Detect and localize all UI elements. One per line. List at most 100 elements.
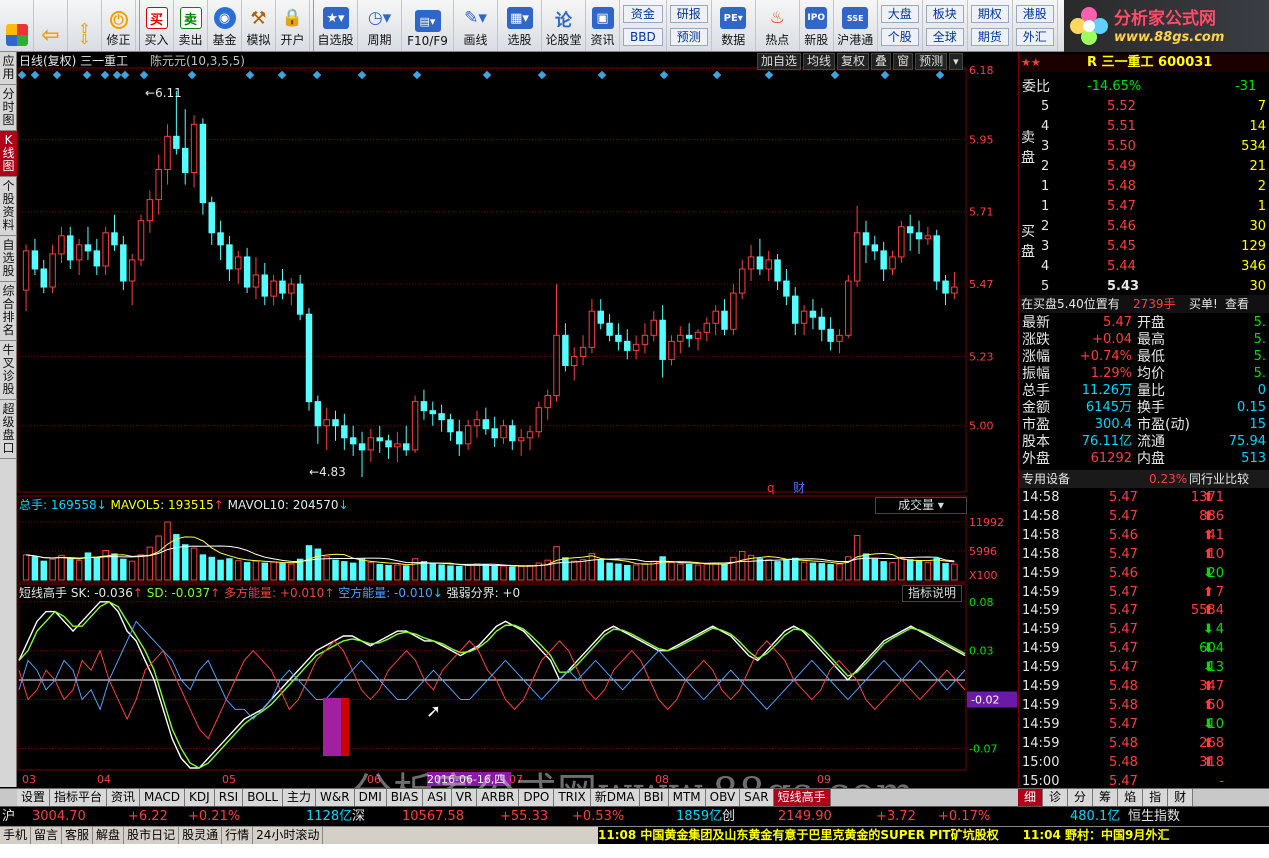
left-tab-7[interactable]: 超级盘口 xyxy=(0,400,17,459)
indicator-tab-2[interactable]: 资讯 xyxy=(107,789,141,806)
indicator-tab-20[interactable]: SAR xyxy=(740,789,774,806)
left-tab-2[interactable]: K线图 xyxy=(0,131,17,177)
volume-bar xyxy=(703,563,711,581)
hk-connect-button[interactable]: SSE 沪港通 xyxy=(834,0,878,51)
indicator-tab-6[interactable]: BOLL xyxy=(243,789,284,806)
left-tab-4[interactable]: 自选股 xyxy=(0,236,17,282)
volume-indicator-select[interactable]: 成交量 ▾ xyxy=(875,497,967,514)
quote-tab-0[interactable]: 细 xyxy=(1018,789,1044,806)
data-button[interactable]: PE▾ 数据 xyxy=(712,0,756,51)
quote-tab-4[interactable]: 焰 xyxy=(1118,789,1144,806)
indicator-tab-5[interactable]: RSI xyxy=(214,789,244,806)
left-tab-5[interactable]: 综合排名 xyxy=(0,282,17,341)
chart-header-button-4[interactable]: 窗 xyxy=(893,53,914,70)
market-button[interactable]: 大盘 xyxy=(880,5,919,24)
candle-body xyxy=(252,274,260,288)
funds-button[interactable]: 资金 xyxy=(623,5,663,24)
fund-button[interactable]: ◉ 基金 xyxy=(208,0,242,51)
revise-button[interactable]: ⏻ 修正 xyxy=(102,0,136,51)
status-item-6[interactable]: 行情 xyxy=(222,827,254,844)
volume-bar xyxy=(120,558,127,581)
indicator-tab-4[interactable]: KDJ xyxy=(185,789,215,806)
indicator-tab-17[interactable]: BBI xyxy=(639,789,669,806)
kline-chart[interactable]: 6.18 5.95 5.71 5.47 5.23 5.00 11992 5996 X100 0.0… xyxy=(17,52,1017,816)
volume-bar xyxy=(951,563,958,581)
indicator-tab-18[interactable]: MTM xyxy=(668,789,706,806)
chart-menu-chevron-icon[interactable]: ▾ xyxy=(949,53,963,70)
futures-button[interactable]: 期货 xyxy=(970,27,1009,46)
menu-button[interactable] xyxy=(0,0,34,51)
indicator-tab-3[interactable]: MACD xyxy=(140,789,186,806)
hk-stocks-button[interactable]: 港股 xyxy=(1015,5,1054,24)
chart-header-button-1[interactable]: 均线 xyxy=(803,53,836,70)
ipo-button[interactable]: IPO 新股 xyxy=(800,0,834,51)
ipo-icon: IPO xyxy=(805,7,828,29)
status-item-4[interactable]: 股市日记 xyxy=(124,827,180,844)
indicator-tab-12[interactable]: VR xyxy=(451,789,478,806)
period-button[interactable]: ◷▾ 周期 xyxy=(358,0,402,51)
forum-button[interactable]: 论论股堂 xyxy=(542,0,586,51)
left-tab-1[interactable]: 分时图 xyxy=(0,85,17,131)
watchlist-button[interactable]: ★▾ 自选股 xyxy=(314,0,358,51)
back-button[interactable]: ⇦ xyxy=(34,0,68,51)
chart-header-button-0[interactable]: 加自选 xyxy=(757,53,802,70)
indicator-tab-21[interactable]: 短线高手 xyxy=(773,789,831,806)
stock-picker-button[interactable]: ▦▾ 选股 xyxy=(498,0,542,51)
draw-line-button[interactable]: ✎▾ 画线 xyxy=(454,0,498,51)
quote-tab-5[interactable]: 指 xyxy=(1143,789,1169,806)
page-up-down-button[interactable]: ⇧ ⇩ xyxy=(68,0,102,51)
indicator-tab-1[interactable]: 指标平台 xyxy=(50,789,108,806)
q-marker[interactable]: q xyxy=(767,481,775,495)
chart-header-button-3[interactable]: 叠 xyxy=(871,53,892,70)
open-account-button[interactable]: 🔒 开户 xyxy=(276,0,310,51)
indicator-tab-14[interactable]: DPO xyxy=(519,789,555,806)
status-item-7[interactable]: 24小时滚动 xyxy=(253,827,324,844)
indicator-tab-8[interactable]: W&R xyxy=(316,789,355,806)
simulate-button[interactable]: ⚒ 模拟 xyxy=(242,0,276,51)
indicator-tab-11[interactable]: ASI xyxy=(423,789,452,806)
volume-bar xyxy=(756,558,764,581)
finance-marker[interactable]: 财 xyxy=(793,481,805,495)
research-button[interactable]: 研报 xyxy=(669,5,708,24)
indicator-tab-7[interactable]: 主力 xyxy=(283,789,317,806)
indicator-tab-10[interactable]: BIAS xyxy=(386,789,424,806)
indicator-tab-19[interactable]: OBV xyxy=(705,789,741,806)
left-tab-6[interactable]: 牛叉诊股 xyxy=(0,341,17,400)
quote-tab-2[interactable]: 分 xyxy=(1068,789,1094,806)
news-ticker[interactable]: 11:08 中国黄金集团及山东黄金有意于巴里克黄金的SUPER PIT矿坑股权 … xyxy=(598,827,1269,845)
tick-vol: 4 xyxy=(1215,622,1224,638)
quote-tab-3[interactable]: 筹 xyxy=(1093,789,1119,806)
volume-bar xyxy=(570,560,578,581)
indicator-tab-15[interactable]: TRIX xyxy=(554,789,591,806)
indicator-tab-9[interactable]: DMI xyxy=(354,789,387,806)
status-item-0[interactable]: 手机 xyxy=(0,827,32,844)
forex-button[interactable]: 外汇 xyxy=(1015,27,1054,46)
quote-tab-1[interactable]: 诊 xyxy=(1043,789,1069,806)
indicator-tab-16[interactable]: 新DMA xyxy=(590,789,640,806)
left-tab-3[interactable]: 个股资料 xyxy=(0,177,17,236)
indicator-help-button[interactable]: 指标说明 xyxy=(902,585,962,602)
hot-button[interactable]: ♨ 热点 xyxy=(756,0,800,51)
buy-button[interactable]: 买买入 xyxy=(140,0,174,51)
indicator-tab-13[interactable]: ARBR xyxy=(477,789,520,806)
f10-button[interactable]: ▤▾ F10/F9 xyxy=(402,0,454,51)
news-button[interactable]: ▣ 资讯 xyxy=(586,0,620,51)
chart-header-button-2[interactable]: 复权 xyxy=(837,53,870,70)
status-item-2[interactable]: 客服 xyxy=(62,827,94,844)
forecast-button[interactable]: 预测 xyxy=(669,27,708,46)
left-tab-0[interactable]: 应用 xyxy=(0,52,17,85)
sell-button[interactable]: 卖卖出 xyxy=(174,0,208,51)
global-button[interactable]: 全球 xyxy=(925,27,964,46)
sell-label: 卖盘 xyxy=(1019,128,1269,166)
indicator-tab-0[interactable]: 设置 xyxy=(17,789,51,806)
bbd-button[interactable]: BBD xyxy=(623,27,663,46)
status-item-5[interactable]: 股灵通 xyxy=(179,827,223,844)
stat-row-1: 涨跌 +0.04 最高 5. xyxy=(1019,331,1269,349)
single-stock-button[interactable]: 个股 xyxy=(880,27,919,46)
sector-button[interactable]: 板块 xyxy=(925,5,964,24)
status-item-1[interactable]: 留言 xyxy=(31,827,63,844)
quote-tab-6[interactable]: 财 xyxy=(1168,789,1194,806)
chart-header-button-5[interactable]: 预测 xyxy=(915,53,948,70)
status-item-3[interactable]: 解盘 xyxy=(93,827,125,844)
options-button[interactable]: 期权 xyxy=(970,5,1009,24)
